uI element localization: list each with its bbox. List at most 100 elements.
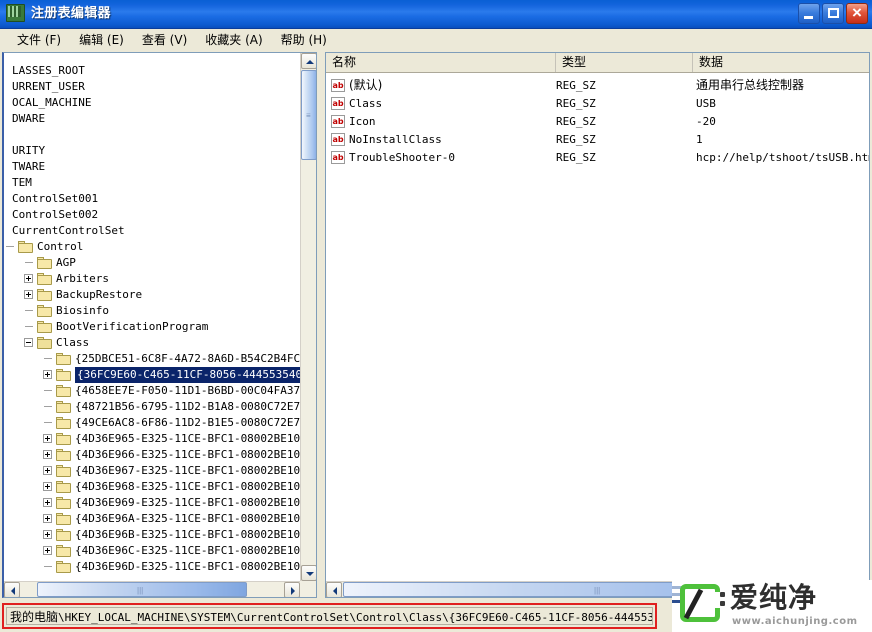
tree-item[interactable]: LASSES_ROOT (4, 63, 300, 79)
tree-item-label: ControlSet001 (12, 191, 98, 207)
value-row[interactable]: ClassREG_SZUSB (326, 95, 869, 112)
folder-icon (37, 257, 52, 269)
tree-item[interactable]: {4D36E966-E325-11CE-BFC1-08002BE10318} (4, 447, 300, 463)
tree-connector (44, 390, 52, 391)
tree-item[interactable]: TEM (4, 175, 300, 191)
tree-item[interactable]: {4D36E968-E325-11CE-BFC1-08002BE10318} (4, 479, 300, 495)
tree-connector (6, 246, 14, 247)
menu-view[interactable]: 查看 (V) (133, 31, 196, 50)
tree-item[interactable]: {4D36E965-E325-11CE-BFC1-08002BE10318} (4, 431, 300, 447)
registry-tree[interactable]: LASSES_ROOTURRENT_USEROCAL_MACHINEDWARE U… (4, 53, 300, 581)
column-header-name[interactable]: 名称 (326, 53, 556, 72)
tree-item[interactable]: Biosinfo (4, 303, 300, 319)
tree-item[interactable]: {4D36E96A-E325-11CE-BFC1-08002BE10318} (4, 511, 300, 527)
tree-item[interactable]: Control (4, 239, 300, 255)
tree-item[interactable]: {4D36E96B-E325-11CE-BFC1-08002BE10318} (4, 527, 300, 543)
value-data: -20 (696, 113, 716, 130)
menu-file[interactable]: 文件 (F) (8, 31, 70, 50)
registry-tree-pane: LASSES_ROOTURRENT_USEROCAL_MACHINEDWARE U… (2, 52, 317, 598)
expand-icon[interactable] (43, 546, 52, 555)
tree-item[interactable]: ControlSet001 (4, 191, 300, 207)
watermark: 爱纯净 www.aichunjing.com (672, 580, 872, 632)
tree-item[interactable]: ControlSet002 (4, 207, 300, 223)
values-column-header: 名称 类型 数据 (326, 53, 869, 73)
menu-favorites[interactable]: 收藏夹 (A) (196, 31, 271, 50)
tree-item[interactable]: {49CE6AC8-6F86-11D2-B1E5-0080C72E74A2} (4, 415, 300, 431)
tree-item[interactable]: {25DBCE51-6C8F-4A72-8A6D-B54C2B4FC835} (4, 351, 300, 367)
tree-item[interactable]: {4D36E96D-E325-11CE-BFC1-08002BE10318} (4, 559, 300, 575)
close-button[interactable] (846, 3, 868, 24)
tree-scroll-left-button[interactable] (4, 582, 20, 598)
expand-icon[interactable] (43, 530, 52, 539)
tree-item[interactable]: TWARE (4, 159, 300, 175)
tree-horizontal-scroll-thumb[interactable]: ||| (37, 582, 247, 597)
tree-item[interactable]: CurrentControlSet (4, 223, 300, 239)
tree-item[interactable]: Class (4, 335, 300, 351)
tree-item-label: {4D36E96C-E325-11CE-BFC1-08002BE10318} (75, 543, 300, 559)
value-row[interactable]: (默认)REG_SZ通用串行总线控制器 (326, 77, 869, 94)
tree-vertical-scroll-thumb[interactable]: ≡ (301, 70, 317, 160)
tree-item[interactable]: {48721B56-6795-11D2-B1A8-0080C72E74A2} (4, 399, 300, 415)
value-data: hcp://help/tshoot/tsUSB.htm (696, 149, 870, 166)
tree-connector (44, 358, 52, 359)
expand-icon[interactable] (43, 450, 52, 459)
tree-item[interactable]: URITY (4, 143, 300, 159)
tree-scroll-down-button[interactable] (301, 565, 317, 581)
registry-editor-window: 注册表编辑器 文件 (F) 编辑 (E) 查看 (V) 收藏夹 (A) 帮助 (… (0, 0, 872, 632)
tree-item[interactable]: Arbiters (4, 271, 300, 287)
collapse-icon[interactable] (24, 338, 33, 347)
value-row[interactable]: NoInstallClassREG_SZ1 (326, 131, 869, 148)
tree-item-label: CurrentControlSet (12, 223, 125, 239)
value-row[interactable]: IconREG_SZ-20 (326, 113, 869, 130)
status-path-highlight: 我的电脑\HKEY_LOCAL_MACHINE\SYSTEM\CurrentCo… (2, 603, 657, 629)
tree-scroll-right-button[interactable] (284, 582, 300, 598)
tree-item-label: {4D36E966-E325-11CE-BFC1-08002BE10318} (75, 447, 300, 463)
tree-scroll-up-button[interactable] (301, 53, 317, 69)
registry-values-pane: 名称 类型 数据 (默认)REG_SZ通用串行总线控制器ClassREG_SZU… (325, 52, 870, 598)
folder-icon (56, 529, 71, 541)
window-controls (798, 3, 868, 24)
expand-icon[interactable] (43, 434, 52, 443)
maximize-button[interactable] (822, 3, 844, 24)
expand-icon[interactable] (24, 290, 33, 299)
tree-item[interactable] (4, 127, 300, 143)
menu-edit[interactable]: 编辑 (E) (70, 31, 133, 50)
minimize-button[interactable] (798, 3, 820, 24)
tree-item[interactable]: {36FC9E60-C465-11CF-8056-444553540000} (4, 367, 300, 383)
menu-help[interactable]: 帮助 (H) (272, 31, 336, 50)
value-type: REG_SZ (556, 113, 596, 130)
expand-icon[interactable] (24, 274, 33, 283)
tree-vertical-scrollbar[interactable]: ≡ (300, 53, 316, 581)
tree-item-label: Arbiters (56, 271, 109, 287)
tree-item-label: {4658EE7E-F050-11D1-B6BD-00C04FA372A7} (75, 383, 300, 399)
expand-icon[interactable] (43, 514, 52, 523)
tree-item[interactable]: {4D36E967-E325-11CE-BFC1-08002BE10318} (4, 463, 300, 479)
tree-item-label: BootVerificationProgram (56, 319, 208, 335)
values-scroll-left-button[interactable] (326, 582, 342, 598)
value-row[interactable]: TroubleShooter-0REG_SZhcp://help/tshoot/… (326, 149, 869, 166)
expand-icon[interactable] (43, 498, 52, 507)
tree-item[interactable]: DWARE (4, 111, 300, 127)
tree-item-label: {49CE6AC8-6F86-11D2-B1E5-0080C72E74A2} (75, 415, 300, 431)
tree-item[interactable]: OCAL_MACHINE (4, 95, 300, 111)
tree-item[interactable]: {4D36E969-E325-11CE-BFC1-08002BE10318} (4, 495, 300, 511)
expand-icon[interactable] (43, 370, 52, 379)
tree-item[interactable]: BackupRestore (4, 287, 300, 303)
expand-icon[interactable] (43, 466, 52, 475)
tree-item-label: {48721B56-6795-11D2-B1A8-0080C72E74A2} (75, 399, 300, 415)
folder-icon (18, 241, 33, 253)
tree-item[interactable]: {4D36E96C-E325-11CE-BFC1-08002BE10318} (4, 543, 300, 559)
tree-item[interactable]: BootVerificationProgram (4, 319, 300, 335)
expand-icon[interactable] (43, 482, 52, 491)
column-header-type[interactable]: 类型 (556, 53, 693, 72)
tree-item-label: {4D36E967-E325-11CE-BFC1-08002BE10318} (75, 463, 300, 479)
tree-item-label: OCAL_MACHINE (12, 95, 91, 111)
column-header-data[interactable]: 数据 (693, 53, 854, 72)
tree-item-label: Class (56, 335, 89, 351)
folder-icon (37, 321, 52, 333)
tree-connector (25, 310, 33, 311)
tree-item[interactable]: AGP (4, 255, 300, 271)
tree-item[interactable]: {4658EE7E-F050-11D1-B6BD-00C04FA372A7} (4, 383, 300, 399)
tree-item[interactable]: URRENT_USER (4, 79, 300, 95)
tree-horizontal-scrollbar[interactable]: ||| (4, 581, 300, 597)
